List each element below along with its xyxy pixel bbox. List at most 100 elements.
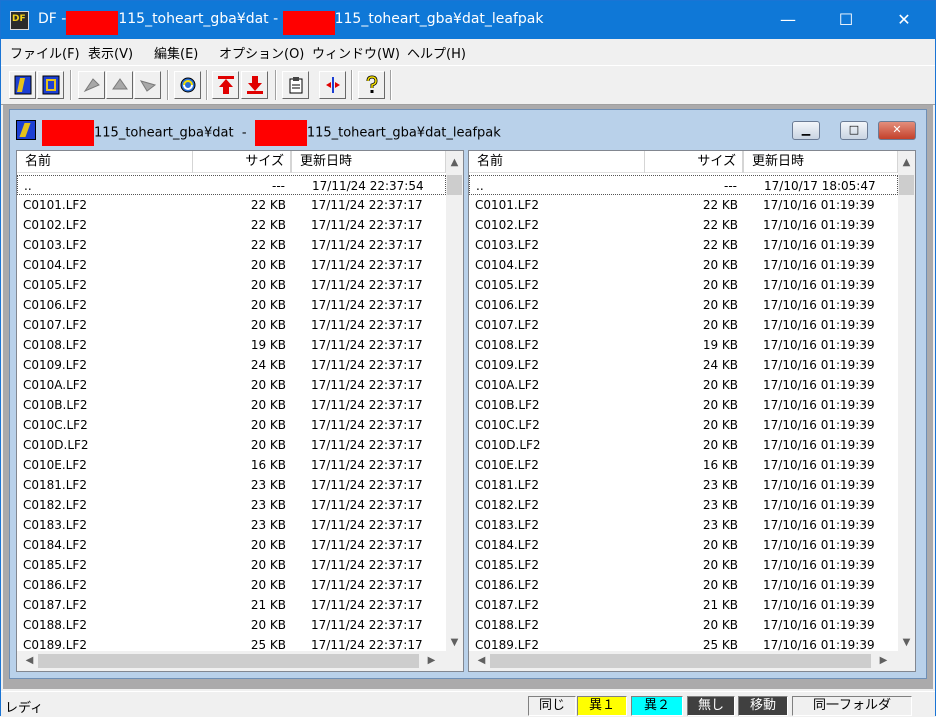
table-row[interactable]: C0188.LF2 20 KB 17/10/16 01:19:39 [469,615,898,635]
split-button[interactable] [319,71,346,99]
resize-grip[interactable] [898,651,915,671]
table-row[interactable]: C0184.LF2 20 KB 17/11/24 22:37:17 [17,535,446,555]
table-row[interactable]: C0104.LF2 20 KB 17/11/24 22:37:17 [17,255,446,275]
copy-up-button[interactable] [212,71,239,99]
scroll-up-arrow-icon[interactable]: ▲ [446,154,463,171]
table-row[interactable]: C010D.LF2 20 KB 17/11/24 22:37:17 [17,435,446,455]
column-header-date[interactable]: 更新日時 [291,151,446,173]
table-row[interactable]: C0102.LF2 22 KB 17/10/16 01:19:39 [469,215,898,235]
left-vertical-scrollbar[interactable]: ▲ ▼ [446,151,463,651]
parent-folder-row[interactable]: .. --- 17/10/17 18:05:47 [469,175,898,195]
open-right-button[interactable] [37,71,64,99]
table-row[interactable]: C0182.LF2 23 KB 17/11/24 22:37:17 [17,495,446,515]
menu-file[interactable]: ファイル(F) [10,43,80,62]
table-row[interactable]: C0187.LF2 21 KB 17/11/24 22:37:17 [17,595,446,615]
open-left-button[interactable] [9,71,36,99]
child-close-button[interactable]: ✕ [878,121,916,140]
scroll-thumb[interactable] [490,654,871,668]
table-row[interactable]: C0181.LF2 23 KB 17/11/24 22:37:17 [17,475,446,495]
right-file-list[interactable]: 名前 サイズ 更新日時 .. --- 17/10/17 18:05:47 C0101.… [468,150,916,672]
help-button[interactable] [358,71,385,99]
table-row[interactable]: C010B.LF2 20 KB 17/11/24 22:37:17 [17,395,446,415]
scroll-up-arrow-icon[interactable]: ▲ [898,154,915,171]
column-header-size[interactable]: サイズ [645,151,743,173]
close-button[interactable]: ✕ [881,1,927,39]
column-header-name[interactable]: 名前 [17,151,193,173]
table-row[interactable]: C010E.LF2 16 KB 17/11/24 22:37:17 [17,455,446,475]
scroll-thumb[interactable] [899,175,914,195]
parent-folder-row[interactable]: .. --- 17/11/24 22:37:54 [17,175,446,195]
scroll-right-arrow-icon[interactable]: ▶ [875,652,892,669]
table-row[interactable]: C0185.LF2 20 KB 17/11/24 22:37:17 [17,555,446,575]
copy-down-button[interactable] [241,71,268,99]
table-row[interactable]: C0103.LF2 22 KB 17/10/16 01:19:39 [469,235,898,255]
table-row[interactable]: C0183.LF2 23 KB 17/10/16 01:19:39 [469,515,898,535]
table-row[interactable]: C0108.LF2 19 KB 17/10/16 01:19:39 [469,335,898,355]
table-row[interactable]: C0186.LF2 20 KB 17/10/16 01:19:39 [469,575,898,595]
column-header-name[interactable]: 名前 [469,151,645,173]
table-row[interactable]: C0102.LF2 22 KB 17/11/24 22:37:17 [17,215,446,235]
clipboard-button[interactable] [282,71,309,99]
scroll-down-arrow-icon[interactable]: ▼ [898,634,915,651]
table-row[interactable]: C0109.LF2 24 KB 17/11/24 22:37:17 [17,355,446,375]
minimize-button[interactable]: — [765,1,811,39]
sync-button[interactable] [106,71,133,99]
table-row[interactable]: C0106.LF2 20 KB 17/11/24 22:37:17 [17,295,446,315]
child-minimize-button[interactable]: ▁ [792,121,820,140]
menu-options[interactable]: オプション(O) [219,43,304,62]
menu-help[interactable]: ヘルプ(H) [407,43,466,62]
menu-view[interactable]: 表示(V) [88,43,133,62]
table-row[interactable]: C0104.LF2 20 KB 17/10/16 01:19:39 [469,255,898,275]
table-row[interactable]: C0189.LF2 25 KB 17/11/24 22:37:17 [17,635,446,651]
table-row[interactable]: C0181.LF2 23 KB 17/10/16 01:19:39 [469,475,898,495]
table-row[interactable]: C010C.LF2 20 KB 17/10/16 01:19:39 [469,415,898,435]
table-row[interactable]: C0105.LF2 20 KB 17/11/24 22:37:17 [17,275,446,295]
column-header-date[interactable]: 更新日時 [743,151,898,173]
table-row[interactable]: C0103.LF2 22 KB 17/11/24 22:37:17 [17,235,446,255]
menu-window[interactable]: ウィンドウ(W) [312,43,400,62]
table-row[interactable]: C0182.LF2 23 KB 17/10/16 01:19:39 [469,495,898,515]
scroll-thumb[interactable] [447,175,462,195]
table-row[interactable]: C0184.LF2 20 KB 17/10/16 01:19:39 [469,535,898,555]
table-row[interactable]: C0183.LF2 23 KB 17/11/24 22:37:17 [17,515,446,535]
menu-edit[interactable]: 編集(E) [154,43,198,62]
table-row[interactable]: C0106.LF2 20 KB 17/10/16 01:19:39 [469,295,898,315]
scroll-down-arrow-icon[interactable]: ▼ [446,634,463,651]
table-row[interactable]: C0109.LF2 24 KB 17/10/16 01:19:39 [469,355,898,375]
table-row[interactable]: C0188.LF2 20 KB 17/11/24 22:37:17 [17,615,446,635]
table-row[interactable]: C0107.LF2 20 KB 17/10/16 01:19:39 [469,315,898,335]
compare-window-title-bar[interactable]: 115_toheart_gba¥dat - 115_toheart_gba¥da… [10,110,926,148]
compare-window-icon[interactable] [16,120,36,140]
title-bar[interactable]: DF - 115_toheart_gba¥dat - 115_toheart_g… [1,1,935,39]
table-row[interactable]: C0108.LF2 19 KB 17/11/24 22:37:17 [17,335,446,355]
table-row[interactable]: C010A.LF2 20 KB 17/10/16 01:19:39 [469,375,898,395]
table-row[interactable]: C010E.LF2 16 KB 17/10/16 01:19:39 [469,455,898,475]
left-horizontal-scrollbar[interactable]: ◀ ▶ [17,651,446,671]
table-row[interactable]: C0185.LF2 20 KB 17/10/16 01:19:39 [469,555,898,575]
table-row[interactable]: C0189.LF2 25 KB 17/10/16 01:19:39 [469,635,898,651]
table-row[interactable]: C0101.LF2 22 KB 17/10/16 01:19:39 [469,195,898,215]
scroll-thumb[interactable] [38,654,419,668]
left-file-list[interactable]: 名前 サイズ 更新日時 .. --- 17/11/24 22:37:54 C0101.… [16,150,464,672]
scroll-left-arrow-icon[interactable]: ◀ [473,652,490,669]
compare-button[interactable] [78,71,105,99]
table-row[interactable]: C010A.LF2 20 KB 17/11/24 22:37:17 [17,375,446,395]
right-horizontal-scrollbar[interactable]: ◀ ▶ [469,651,898,671]
table-row[interactable]: C0105.LF2 20 KB 17/10/16 01:19:39 [469,275,898,295]
table-row[interactable]: C0187.LF2 21 KB 17/10/16 01:19:39 [469,595,898,615]
table-row[interactable]: C0101.LF2 22 KB 17/11/24 22:37:17 [17,195,446,215]
right-vertical-scrollbar[interactable]: ▲ ▼ [898,151,915,651]
table-row[interactable]: C010D.LF2 20 KB 17/10/16 01:19:39 [469,435,898,455]
table-row[interactable]: C010B.LF2 20 KB 17/10/16 01:19:39 [469,395,898,415]
column-header-size[interactable]: サイズ [193,151,291,173]
refresh-button[interactable] [174,71,201,99]
scroll-left-arrow-icon[interactable]: ◀ [21,652,38,669]
maximize-button[interactable]: ☐ [823,1,869,39]
swap-button[interactable] [134,71,161,99]
app-icon[interactable] [10,11,29,30]
child-maximize-button[interactable]: □ [840,121,868,140]
table-row[interactable]: C0107.LF2 20 KB 17/11/24 22:37:17 [17,315,446,335]
table-row[interactable]: C0186.LF2 20 KB 17/11/24 22:37:17 [17,575,446,595]
table-row[interactable]: C010C.LF2 20 KB 17/11/24 22:37:17 [17,415,446,435]
scroll-right-arrow-icon[interactable]: ▶ [423,652,440,669]
